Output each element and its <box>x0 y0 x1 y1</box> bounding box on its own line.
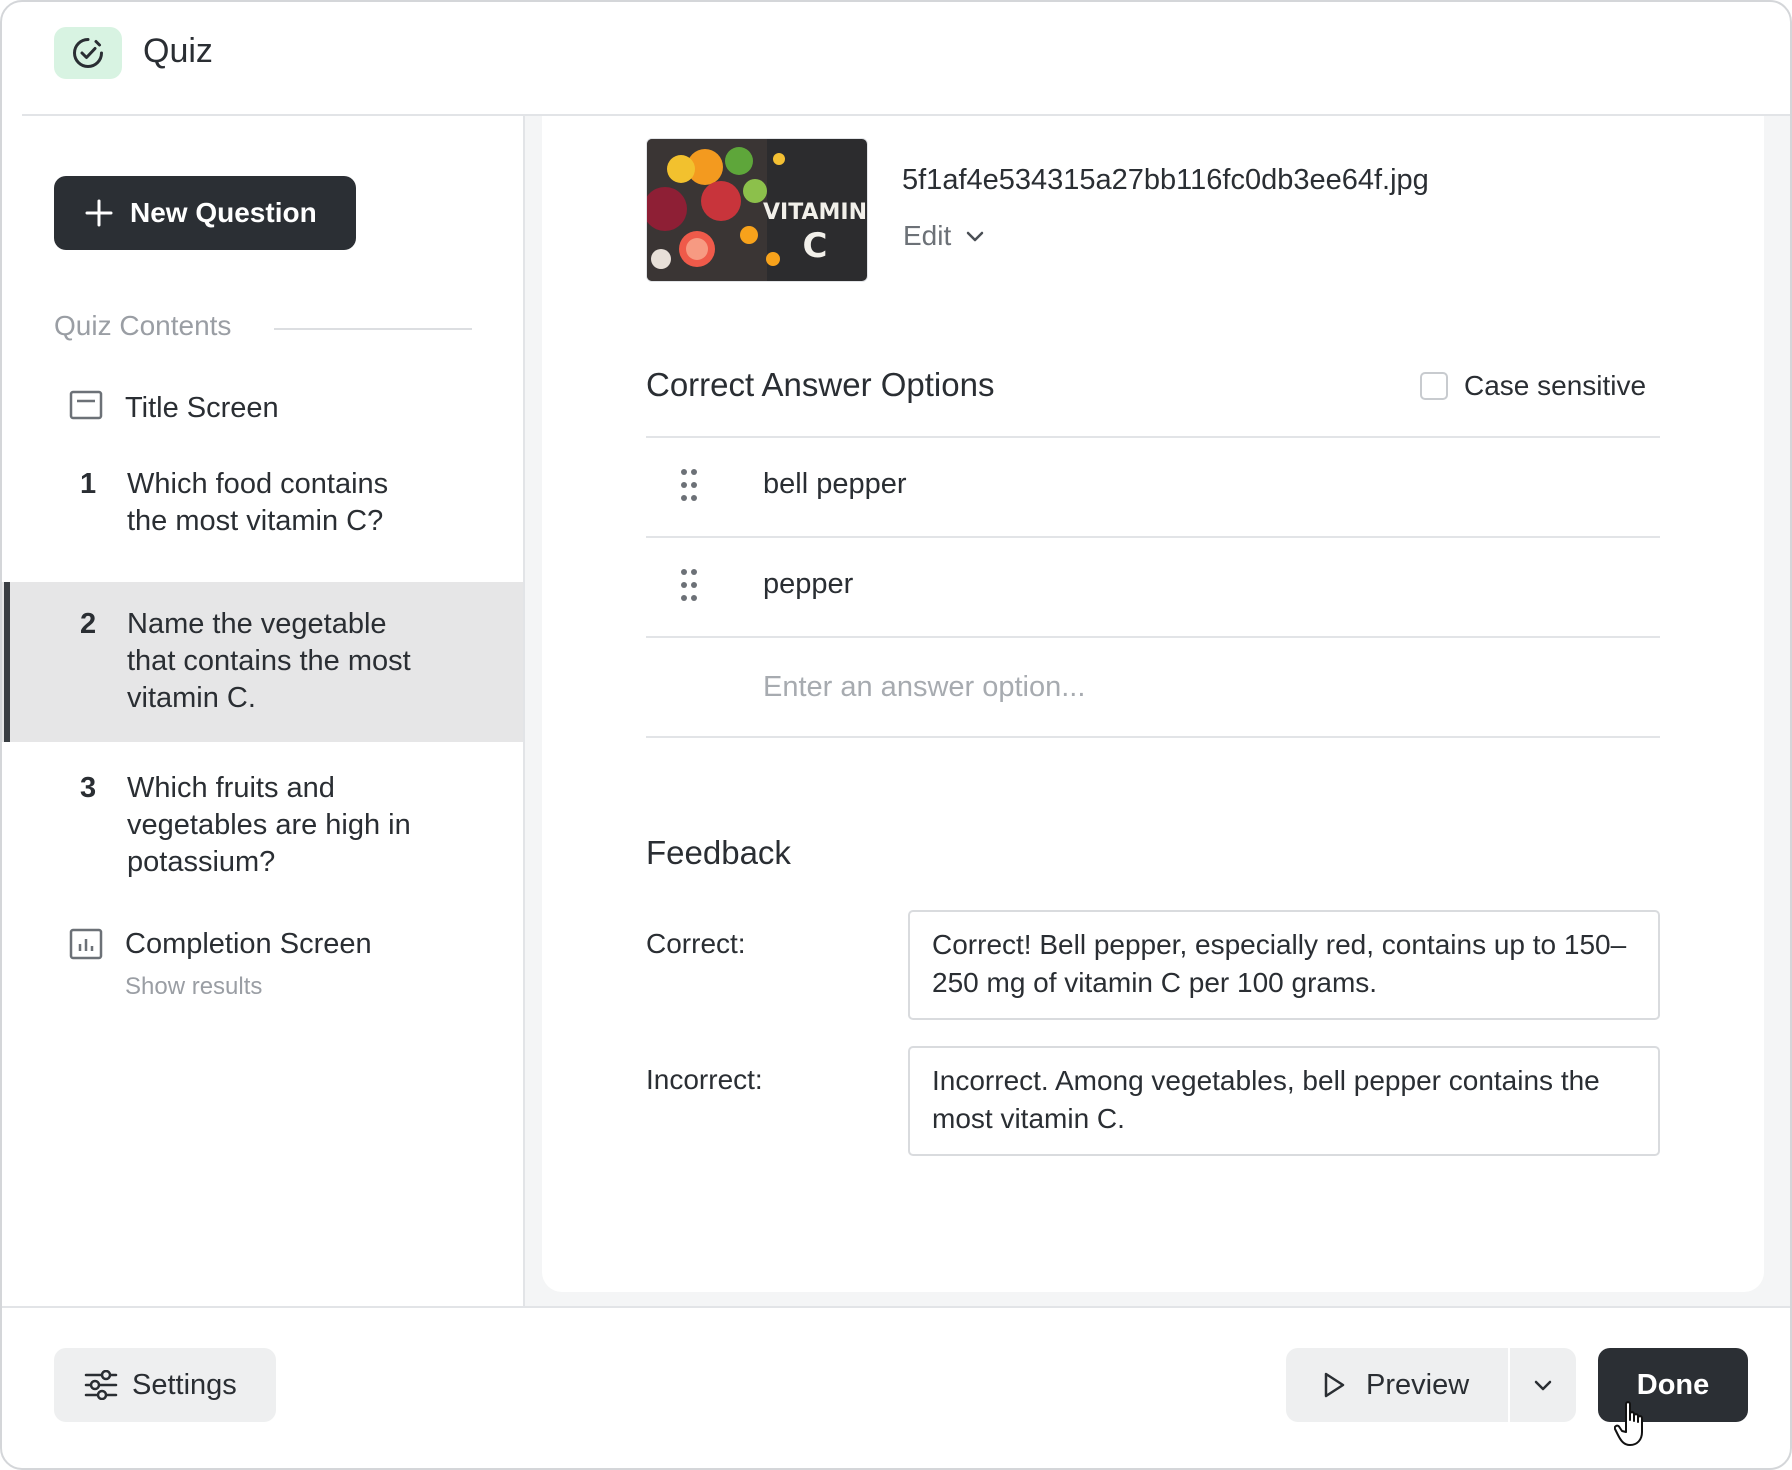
hand-cursor-icon <box>1614 1401 1643 1446</box>
done-label: Done <box>1636 1368 1710 1401</box>
thumb-text-vitamin: VITAMIN <box>763 200 867 225</box>
chevron-down-icon <box>1534 1380 1552 1391</box>
new-question-button[interactable]: New Question <box>54 176 356 250</box>
question-text: Which fruits and vegetables are high in … <box>127 772 411 878</box>
answer-option-text[interactable]: pepper <box>763 568 853 601</box>
nav-title-screen[interactable]: Title Screen <box>2 378 524 448</box>
feedback-heading: Feedback <box>646 834 791 871</box>
preview-button-group: Preview <box>1286 1348 1576 1422</box>
nav-question-2[interactable]: 2 Name the vegetable that contains the m… <box>2 582 524 742</box>
answer-option-text[interactable]: bell pepper <box>763 468 907 501</box>
question-number: 2 <box>80 608 97 640</box>
question-text: Name the vegetable that contains the mos… <box>127 608 411 714</box>
settings-label: Settings <box>132 1368 237 1401</box>
correct-feedback-field[interactable]: Correct! Bell pepper, especially red, co… <box>908 910 1660 1020</box>
thumb-text-c: C <box>803 226 828 266</box>
answer-option-row[interactable]: pepper <box>646 538 1660 636</box>
new-answer-input[interactable] <box>763 662 1643 712</box>
preview-button[interactable]: Preview <box>1286 1348 1506 1422</box>
question-text: Which food contains the most vitamin C? <box>127 468 389 537</box>
check-circle-icon <box>73 38 103 68</box>
incorrect-feedback-label: Incorrect: <box>646 1064 763 1095</box>
case-sensitive-checkbox[interactable] <box>1420 372 1448 400</box>
case-sensitive-toggle[interactable]: Case sensitive <box>1420 370 1646 402</box>
image-thumbnail[interactable]: VITAMIN C <box>646 138 868 282</box>
nav-completion-screen[interactable]: Completion Screen Show results <box>2 916 524 1006</box>
preview-options-dropdown[interactable] <box>1510 1348 1576 1422</box>
edit-label: Edit <box>903 220 952 251</box>
header: Quiz <box>2 2 1790 116</box>
screen-icon <box>69 390 103 420</box>
play-icon <box>1324 1372 1345 1398</box>
completion-screen-label: Completion Screen <box>125 928 372 960</box>
answer-options-heading: Correct Answer Options <box>646 366 995 403</box>
new-question-label: New Question <box>130 197 317 228</box>
question-number: 1 <box>80 468 97 500</box>
case-sensitive-label: Case sensitive <box>1464 370 1647 401</box>
chart-icon <box>69 928 103 960</box>
title-screen-label: Title Screen <box>125 392 279 424</box>
app-badge <box>54 27 122 79</box>
answer-option-row[interactable]: bell pepper <box>646 438 1660 536</box>
settings-button[interactable]: Settings <box>54 1348 276 1422</box>
preview-label: Preview <box>1366 1368 1470 1401</box>
plus-icon <box>85 199 113 227</box>
nav-question-1[interactable]: 1 Which food contains the most vitamin C… <box>2 468 524 568</box>
sliders-icon <box>84 1370 118 1400</box>
footer-divider <box>2 1306 1790 1308</box>
correct-feedback-label: Correct: <box>646 928 746 959</box>
edit-image-dropdown[interactable]: Edit <box>903 220 985 252</box>
drag-handle-icon[interactable] <box>680 468 698 502</box>
divider <box>646 736 1660 738</box>
drag-handle-icon[interactable] <box>680 568 698 602</box>
nav-question-3[interactable]: 3 Which fruits and vegetables are high i… <box>2 762 524 892</box>
incorrect-feedback-field[interactable]: Incorrect. Among vegetables, bell pepper… <box>908 1046 1660 1156</box>
sidebar: New Question Quiz Contents Title Screen … <box>2 116 524 1308</box>
chevron-down-icon <box>967 231 984 242</box>
new-answer-row <box>646 638 1660 736</box>
vitamin-c-image: VITAMIN C <box>647 139 867 281</box>
completion-sub-label: Show results <box>125 973 263 1000</box>
app-title: Quiz <box>143 32 213 70</box>
section-divider <box>274 328 472 330</box>
image-file-name: 5f1af4e534315a27bb116fc0db3ee64f.jpg <box>902 164 1429 196</box>
quiz-editor-window: Quiz New Question Quiz Contents Title Sc… <box>0 0 1792 1470</box>
quiz-contents-label: Quiz Contents <box>54 310 232 341</box>
question-editor-card: VITAMIN C 5f1af4e534315a27bb116fc0db3ee6… <box>542 116 1764 1292</box>
question-number: 3 <box>80 772 97 804</box>
